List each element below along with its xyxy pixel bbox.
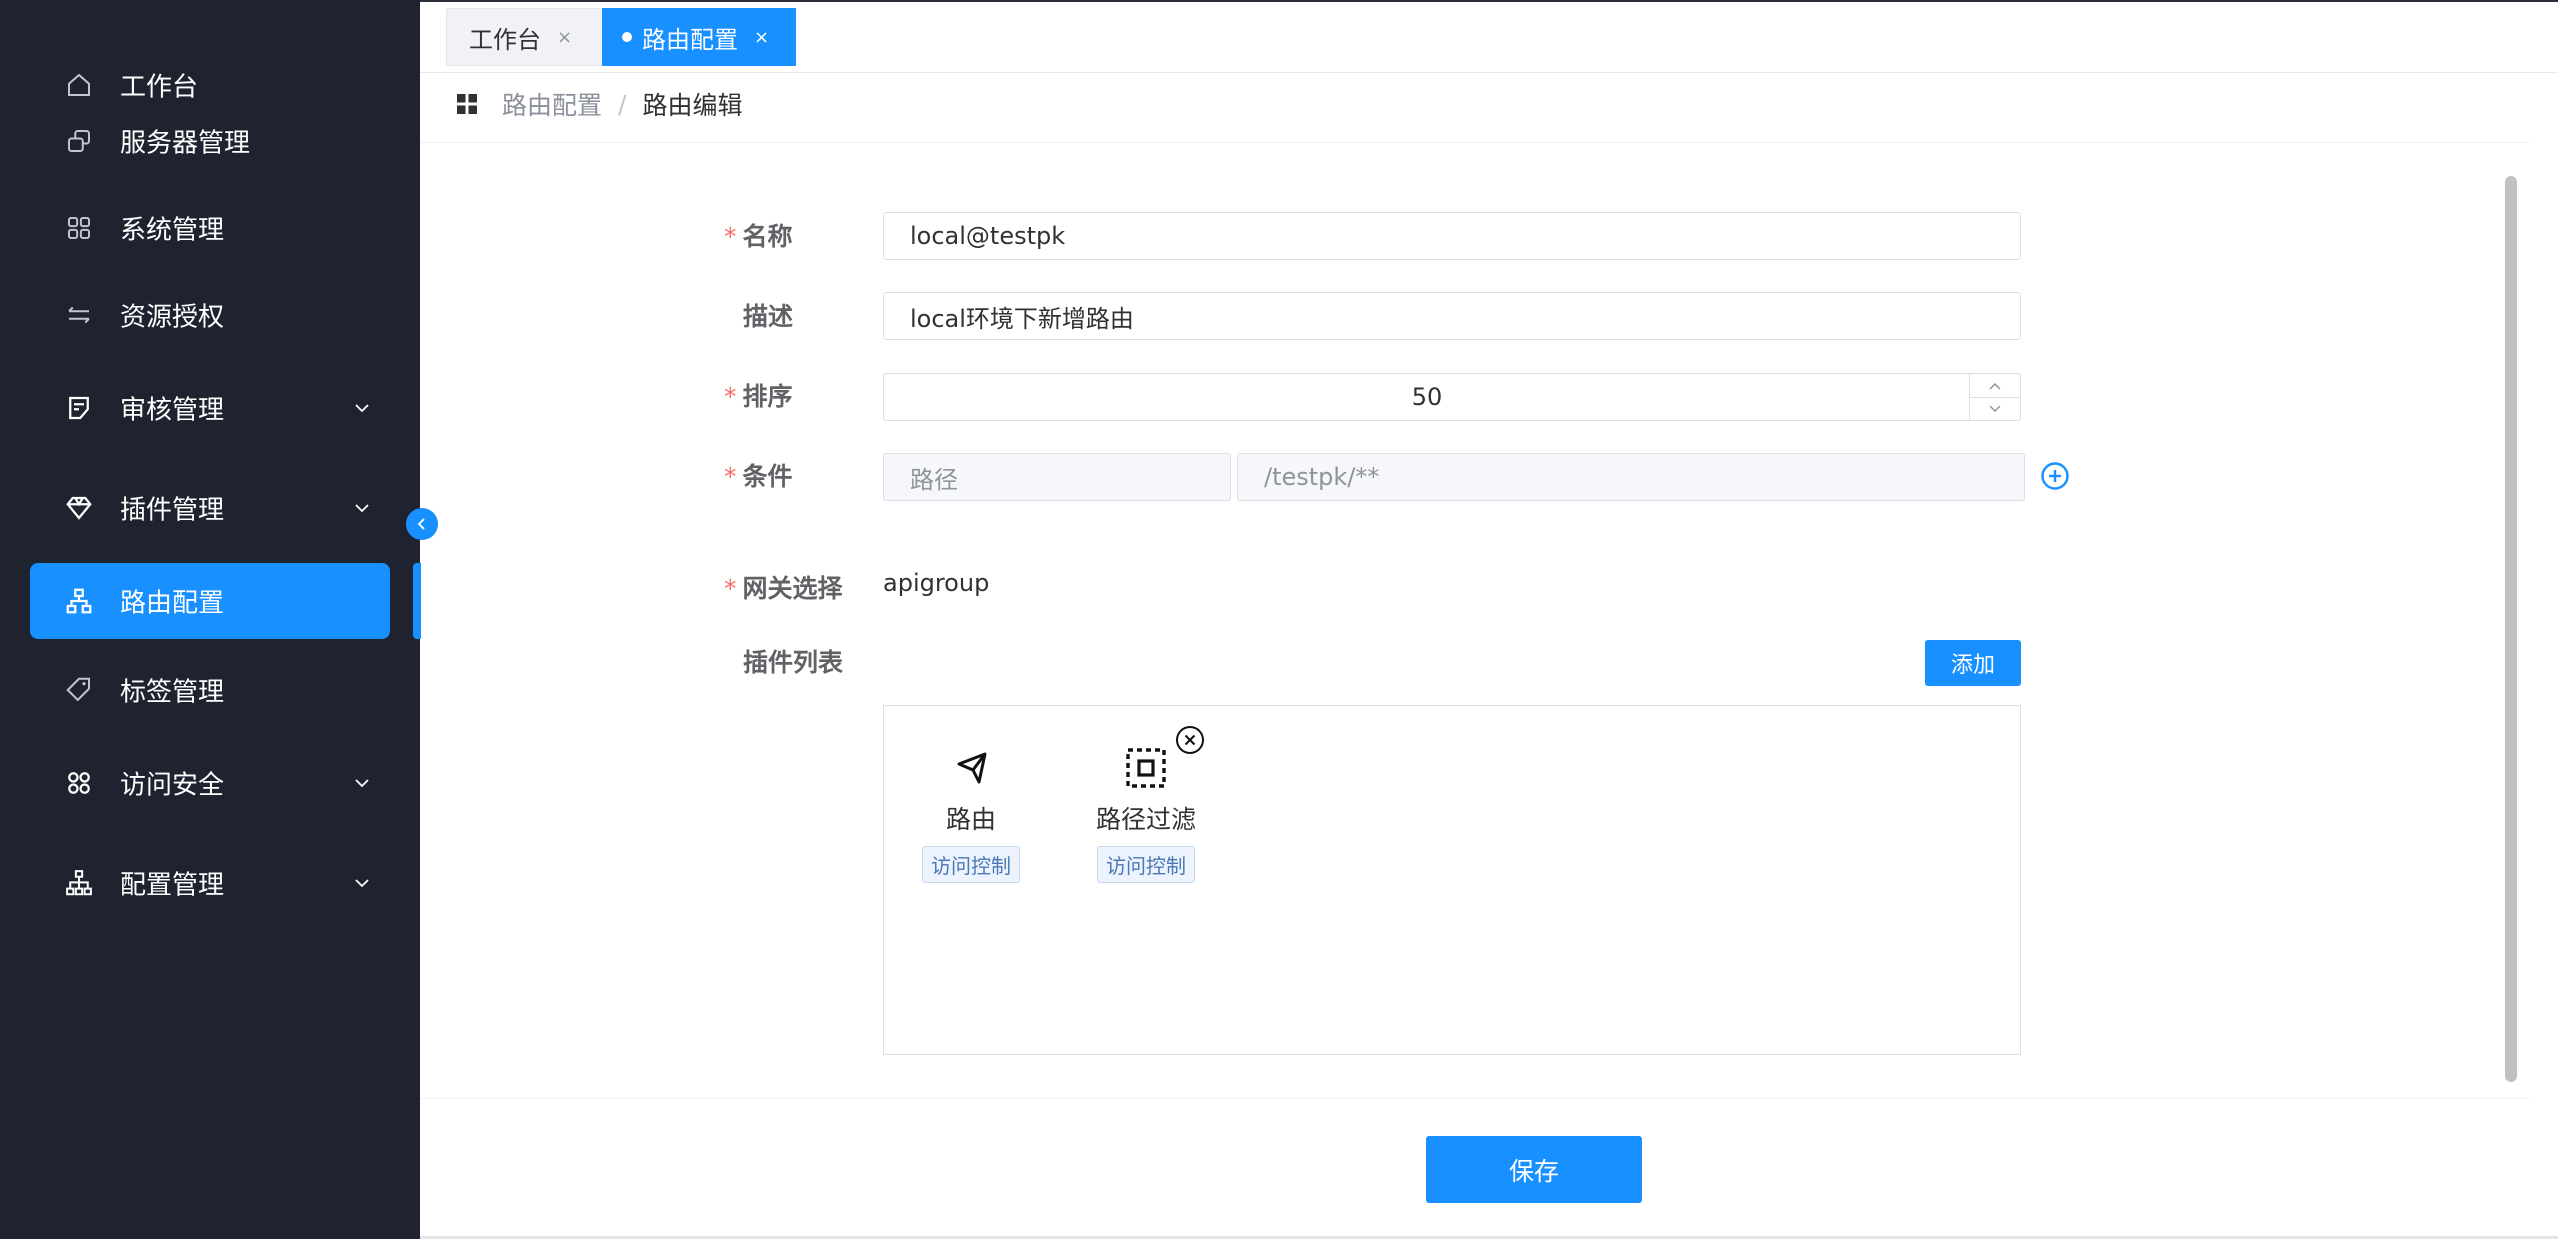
route-tree-icon xyxy=(66,588,92,614)
description-label: 描述 xyxy=(743,302,794,331)
plugin-tag: 访问控制 xyxy=(922,846,1020,883)
order-number-input[interactable]: 50 xyxy=(883,373,2021,421)
gateway-value[interactable]: apigroup xyxy=(883,569,989,597)
sidebar-item-label: 资源授权 xyxy=(120,302,225,333)
tab-label: 工作台 xyxy=(469,25,541,54)
required-mark: * xyxy=(724,382,737,411)
sidebar-item-label: 审核管理 xyxy=(120,395,225,426)
chevron-down-icon xyxy=(1989,404,2001,412)
breadcrumb-current: 路由编辑 xyxy=(642,91,743,120)
breadcrumb: 路由配置 / 路由编辑 xyxy=(456,84,742,124)
decrement-button[interactable] xyxy=(1970,397,2020,420)
chevron-down-icon xyxy=(355,879,369,888)
tab-close-icon[interactable]: × xyxy=(557,27,572,48)
sidebar-item-label: 工作台 xyxy=(120,72,199,103)
active-route-indicator xyxy=(413,563,421,639)
sidebar-collapse-button[interactable] xyxy=(406,508,438,540)
plugin-list: 路由 访问控制 路径过滤 访问控制 xyxy=(883,705,2021,1055)
breadcrumb-parent[interactable]: 路由配置 xyxy=(502,86,602,122)
tab-route-config[interactable]: 路由配置 × xyxy=(602,8,796,66)
remove-plugin-icon[interactable] xyxy=(1174,724,1206,756)
security-grid-icon xyxy=(68,772,90,794)
sidebar-item-server-management[interactable]: 服务器管理 xyxy=(30,103,390,179)
sidebar-item-plugin-management[interactable]: 插件管理 xyxy=(30,470,390,546)
tab-workbench[interactable]: 工作台 × xyxy=(446,8,618,66)
sidebar-item-label: 插件管理 xyxy=(120,495,225,526)
sidebar-item-label: 访问安全 xyxy=(120,770,225,801)
diamond-icon xyxy=(66,496,92,520)
tab-bar: 工作台 × 路由配置 × xyxy=(420,2,2558,73)
send-arrow-icon xyxy=(957,752,987,784)
sidebar-item-audit-management[interactable]: 审核管理 xyxy=(30,370,390,446)
description-input[interactable]: local环境下新增路由 xyxy=(883,292,2021,340)
scrollbar-thumb[interactable] xyxy=(2505,176,2517,1082)
order-label: * 排序 xyxy=(724,382,793,411)
home-icon xyxy=(68,73,90,96)
sidebar-item-resource-authorization[interactable]: 资源授权 xyxy=(30,277,390,353)
required-mark: * xyxy=(724,222,737,251)
audit-icon xyxy=(69,396,89,420)
sidebar-item-label: 配置管理 xyxy=(120,870,225,901)
plugin-item-path-filter[interactable]: 路径过滤 访问控制 xyxy=(1076,742,1216,883)
sidebar-item-system-management[interactable]: 系统管理 xyxy=(30,190,390,266)
chevron-down-icon xyxy=(355,504,369,513)
condition-label: * 条件 xyxy=(724,462,793,491)
apps-grid-icon xyxy=(68,217,90,239)
required-mark: * xyxy=(724,462,737,491)
grid-menu-icon[interactable] xyxy=(456,93,478,115)
breadcrumb-separator: / xyxy=(618,89,627,119)
add-plugin-button[interactable]: 添加 xyxy=(1925,640,2021,686)
server-icon xyxy=(68,130,90,152)
increment-button[interactable] xyxy=(1970,374,2020,398)
tab-close-icon[interactable]: × xyxy=(754,27,769,48)
required-mark: * xyxy=(724,574,737,603)
condition-type-field[interactable]: 路径 xyxy=(883,453,1231,501)
active-dot-icon xyxy=(622,32,632,42)
sidebar-item-label: 标签管理 xyxy=(120,677,225,708)
order-stepper xyxy=(1969,374,2020,420)
transfer-icon xyxy=(68,306,90,324)
tag-icon xyxy=(66,677,90,702)
sidebar-item-config-management[interactable]: 配置管理 xyxy=(30,845,390,921)
sidebar-item-tag-management[interactable]: 标签管理 xyxy=(30,652,390,728)
sidebar: 工作台 服务器管理 系统管理 资源授权 审核管理 插件管理 路由配置 标签管理 … xyxy=(0,0,420,1239)
sidebar-item-label: 服务器管理 xyxy=(120,128,251,159)
footer-divider xyxy=(420,1098,2530,1099)
plugin-name: 路由 xyxy=(945,805,996,834)
sidebar-item-label: 系统管理 xyxy=(120,215,225,246)
sidebar-item-access-security[interactable]: 访问安全 xyxy=(30,745,390,821)
sidebar-item-route-config[interactable]: 路由配置 xyxy=(30,563,390,639)
plugin-name: 路径过滤 xyxy=(1095,805,1196,834)
name-label: * 名称 xyxy=(724,222,793,251)
name-input[interactable]: local@testpk xyxy=(883,212,2021,260)
sidebar-item-label: 路由配置 xyxy=(120,588,225,619)
path-filter-icon xyxy=(1126,748,1166,788)
order-value[interactable]: 50 xyxy=(884,374,1970,420)
header-divider xyxy=(420,142,2530,143)
save-button[interactable]: 保存 xyxy=(1426,1136,1642,1203)
gateway-label: * 网关选择 xyxy=(724,574,843,603)
chevron-up-icon xyxy=(1989,382,2001,390)
org-chart-icon xyxy=(66,870,92,896)
chevron-down-icon xyxy=(355,779,369,788)
plugin-tag: 访问控制 xyxy=(1097,846,1195,883)
add-condition-icon[interactable] xyxy=(2040,461,2070,491)
condition-value-field[interactable]: /testpk/** xyxy=(1237,453,2025,501)
plugin-item-route[interactable]: 路由 访问控制 xyxy=(901,742,1041,883)
tab-label: 路由配置 xyxy=(642,25,738,54)
chevron-down-icon xyxy=(355,404,369,413)
plugin-list-label: 插件列表 xyxy=(743,648,844,677)
chevron-left-icon xyxy=(417,518,425,530)
